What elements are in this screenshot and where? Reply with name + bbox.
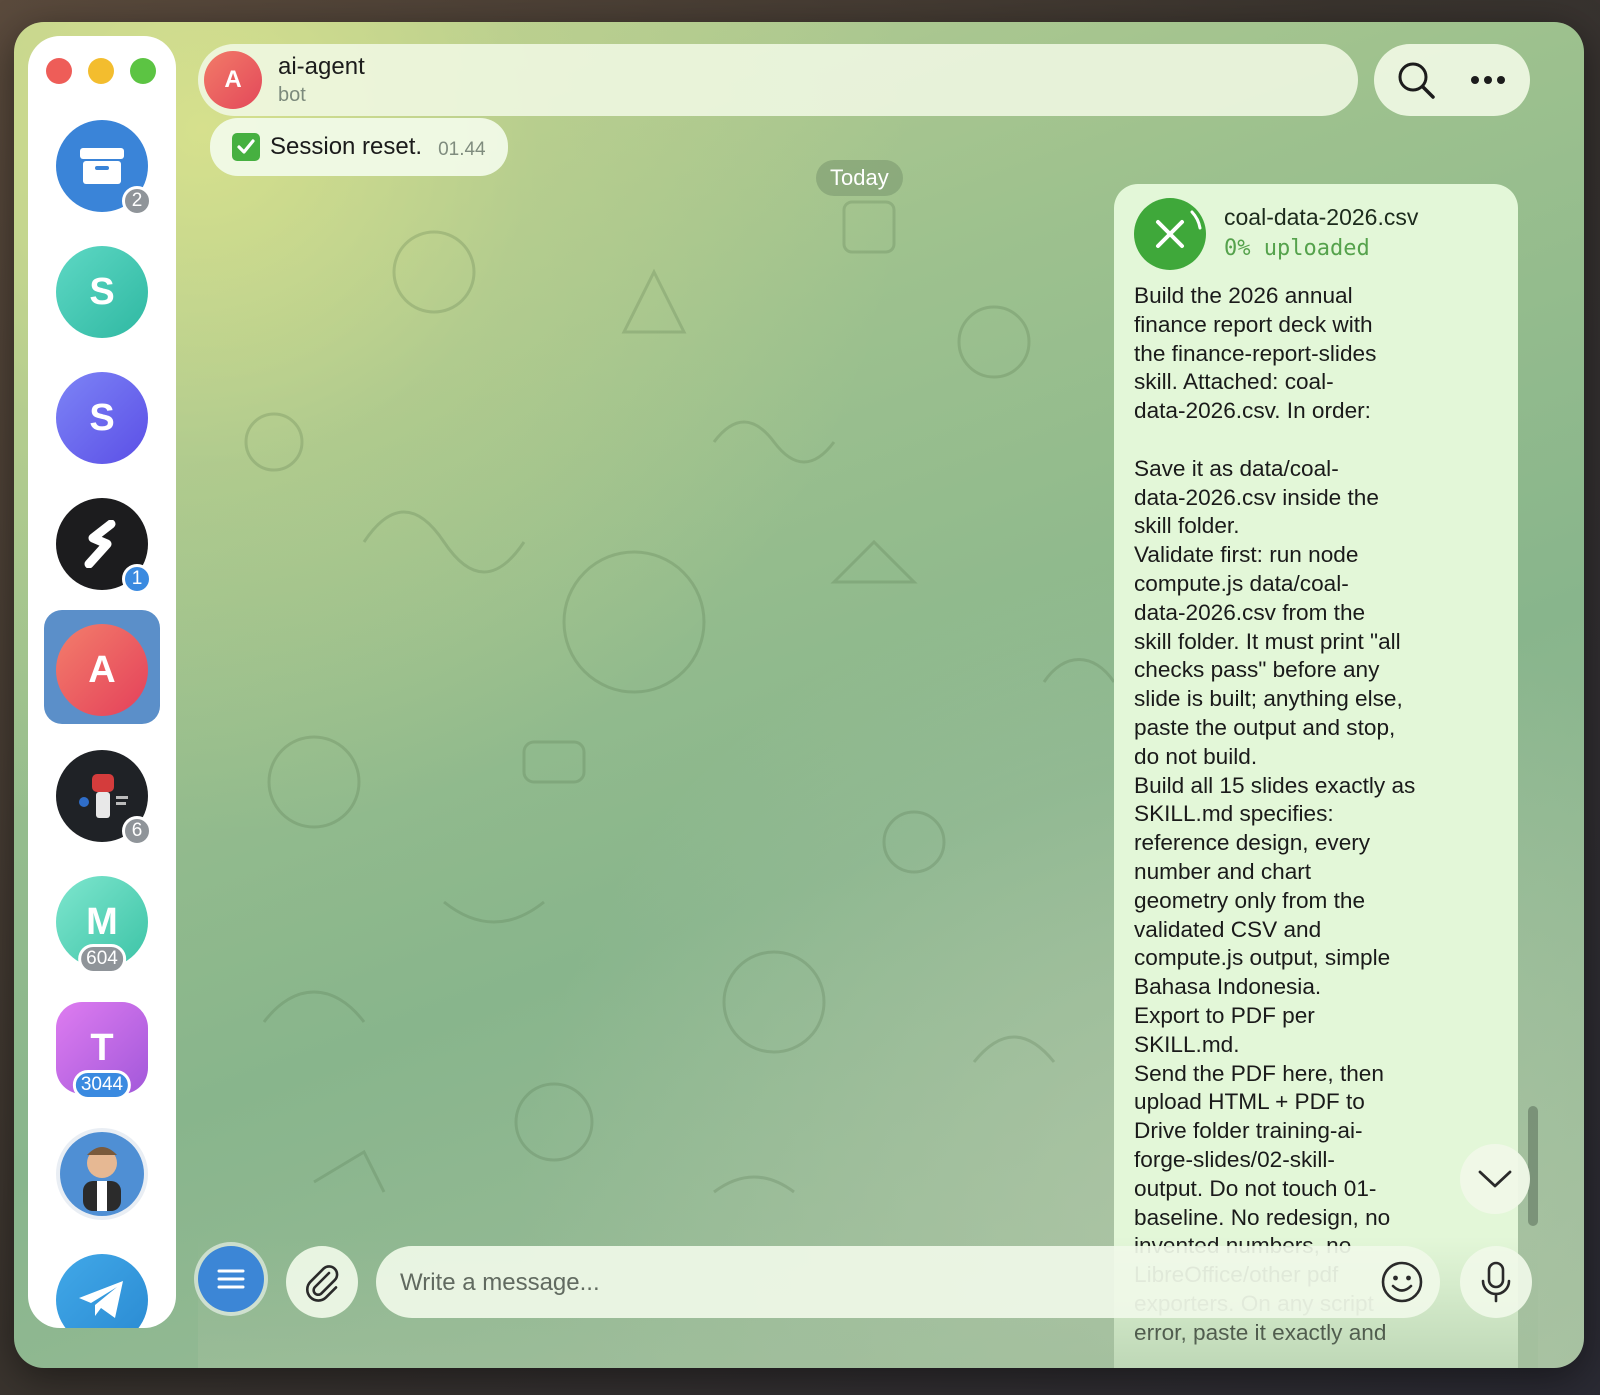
message-line <box>1134 426 1504 455</box>
message-text: Session reset. <box>270 133 423 160</box>
scroll-to-bottom-button[interactable] <box>1460 1144 1530 1214</box>
message-line: output. Do not touch 01- <box>1134 1175 1377 1201</box>
chat-item-archive[interactable]: 2 <box>56 120 152 216</box>
unread-badge: 1 <box>122 564 152 594</box>
s-logo-icon <box>84 520 116 568</box>
message-line: Validate first: run node <box>1134 542 1359 568</box>
chat-avatar-letter: M <box>86 900 118 943</box>
message-line: validated CSV and <box>1134 916 1322 942</box>
chat-avatar-letter: A <box>88 648 116 691</box>
search-button[interactable] <box>1390 54 1442 106</box>
chat-item-s-purple[interactable]: S <box>56 372 148 464</box>
maximize-window-button[interactable] <box>130 58 156 84</box>
chat-item-cartoon[interactable] <box>56 1128 148 1220</box>
chat-list-sidebar: 2 S S 1 A 6 M 604 T 3044 <box>28 36 176 1328</box>
chat-item-fist-logo[interactable]: 6 <box>56 750 152 846</box>
cartoon-avatar-icon <box>60 1132 144 1216</box>
more-button[interactable] <box>1462 54 1514 106</box>
chat-item-m[interactable]: M 604 <box>56 876 148 974</box>
message-line: SKILL.md specifies: <box>1134 801 1334 827</box>
unread-badge: 6 <box>122 816 152 846</box>
message-line: Send the PDF here, then <box>1134 1060 1384 1086</box>
message-line: data-2026.csv. In order: <box>1134 398 1371 424</box>
paperclip-icon <box>305 1265 339 1302</box>
message-line: paste the output and stop, <box>1134 714 1396 740</box>
bot-menu-button[interactable] <box>198 1246 264 1312</box>
chat-avatar-letter: T <box>90 1026 114 1069</box>
date-separator: Today <box>816 160 903 196</box>
chat-item-telegram[interactable] <box>56 1254 148 1328</box>
message-time: 01.44 <box>438 139 486 160</box>
unread-badge: 604 <box>78 944 126 974</box>
check-mark-icon <box>232 133 260 161</box>
message-line: forge-slides/02-skill- <box>1134 1146 1335 1172</box>
voice-message-button[interactable] <box>1460 1246 1532 1318</box>
minimize-window-button[interactable] <box>88 58 114 84</box>
chat-item-ai-agent[interactable]: A <box>56 624 148 716</box>
message-line: compute.js data/coal- <box>1134 570 1349 596</box>
cancel-upload-button[interactable] <box>1134 198 1206 270</box>
message-line: Drive folder training-ai- <box>1134 1118 1363 1144</box>
close-window-button[interactable] <box>46 58 72 84</box>
chat-header[interactable]: A ai-agent bot <box>198 44 1358 116</box>
chat-item-t[interactable]: T 3044 <box>56 1002 148 1100</box>
incoming-message[interactable]: Session reset. 01.44 <box>210 118 508 176</box>
close-icon <box>1156 210 1202 248</box>
chat-window: 2 S S 1 A 6 M 604 T 3044 A ai-agent bot … <box>14 22 1584 1368</box>
chat-item-s-logo[interactable]: 1 <box>56 498 152 594</box>
message-line: Save it as data/coal- <box>1134 455 1339 481</box>
message-line: Bahasa Indonesia. <box>1134 974 1322 1000</box>
telegram-icon <box>79 1281 123 1318</box>
message-line: reference design, every <box>1134 830 1371 856</box>
message-line: geometry only from the <box>1134 887 1366 913</box>
chevron-down-icon <box>1478 1170 1512 1188</box>
chat-subtitle: bot <box>278 84 306 106</box>
message-line: do not build. <box>1134 743 1258 769</box>
message-line: slide is built; anything else, <box>1134 686 1403 712</box>
fist-logo-icon <box>79 774 128 818</box>
message-line: SKILL.md. <box>1134 1031 1240 1057</box>
message-line: finance report deck with <box>1134 311 1373 337</box>
message-line: the finance-report-slides <box>1134 340 1377 366</box>
upload-status: 0% uploaded <box>1224 236 1370 261</box>
outgoing-message[interactable]: coal-data-2026.csv 0% uploaded Build the… <box>1114 184 1518 1368</box>
message-line: number and chart <box>1134 858 1312 884</box>
message-line: compute.js output, simple <box>1134 945 1391 971</box>
message-line: skill folder. It must print "all <box>1134 628 1401 654</box>
scrollbar-thumb[interactable] <box>1528 1106 1538 1226</box>
message-line: skill. Attached: coal- <box>1134 369 1334 395</box>
chat-avatar-letter: S <box>89 270 115 313</box>
unread-badge: 2 <box>122 186 152 216</box>
message-input[interactable] <box>398 1246 1362 1320</box>
chat-title: ai-agent <box>278 53 365 80</box>
menu-icon <box>217 1269 245 1289</box>
message-line: Export to PDF per <box>1134 1002 1315 1028</box>
message-line: baseline. No redesign, no <box>1134 1204 1391 1230</box>
header-avatar[interactable]: A <box>204 51 262 109</box>
message-line: data-2026.csv inside the <box>1134 484 1379 510</box>
message-body: Build the 2026 annual finance report deck… <box>1134 282 1504 1347</box>
header-toolbar <box>1374 44 1530 116</box>
header-avatar-letter: A <box>224 66 242 93</box>
microphone-icon <box>1481 1261 1511 1303</box>
chat-item-s-teal[interactable]: S <box>56 246 148 338</box>
emoji-icon <box>1381 1261 1423 1303</box>
attachment-file-name[interactable]: coal-data-2026.csv <box>1224 204 1418 231</box>
attach-button[interactable] <box>286 1246 358 1318</box>
more-icon <box>1471 76 1505 84</box>
chat-avatar-letter: S <box>89 396 115 439</box>
message-line: Build all 15 slides exactly as <box>1134 772 1416 798</box>
message-line: data-2026.csv from the <box>1134 599 1366 625</box>
message-input-container[interactable] <box>376 1246 1440 1320</box>
message-line: checks pass" before any <box>1134 657 1380 683</box>
unread-badge: 3044 <box>72 1070 132 1100</box>
message-line: upload HTML + PDF to <box>1134 1089 1365 1115</box>
message-line: skill folder. <box>1134 513 1240 539</box>
archive-icon <box>80 148 124 184</box>
search-icon <box>1398 62 1435 99</box>
emoji-button[interactable] <box>1376 1256 1428 1308</box>
message-line: Build the 2026 annual <box>1134 283 1353 308</box>
